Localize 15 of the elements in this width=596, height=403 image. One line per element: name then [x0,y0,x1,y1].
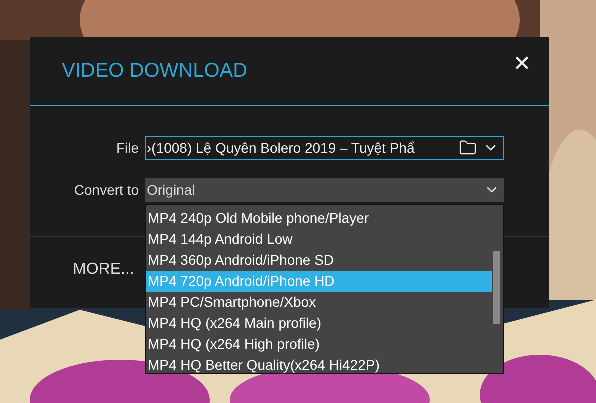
dropdown-option[interactable]: MP4 HQ (x264 Main profile) [146,313,492,334]
folder-icon[interactable] [459,139,477,157]
dropdown-option[interactable]: MP4 144p Android Low [146,229,492,250]
field-label: Convert to [73,182,139,198]
dropdown-option[interactable]: MP4 240p Old Mobile phone/Player [146,208,492,229]
dropdown-option[interactable]: MP4 360p Android/iPhone SD [146,250,492,271]
scrollbar-thumb[interactable] [493,251,500,324]
field-label: File [115,140,139,156]
file-field[interactable]: ›(1008) Lệ Quyên Bolero 2019 – Tuyệt Phẩ [145,136,504,160]
dropdown-option[interactable]: MP4 HQ (x264 High profile) [146,334,492,355]
close-button[interactable]: ✕ [513,51,531,77]
dropdown-option[interactable]: MP4 HQ Better Quality(x264 Hi422P) [146,355,492,373]
dialog-title: VIDEO DOWNLOAD [62,60,248,82]
more-button[interactable]: MORE... [73,261,134,279]
dropdown-option[interactable]: MP4 PC/Smartphone/Xbox [146,292,492,313]
